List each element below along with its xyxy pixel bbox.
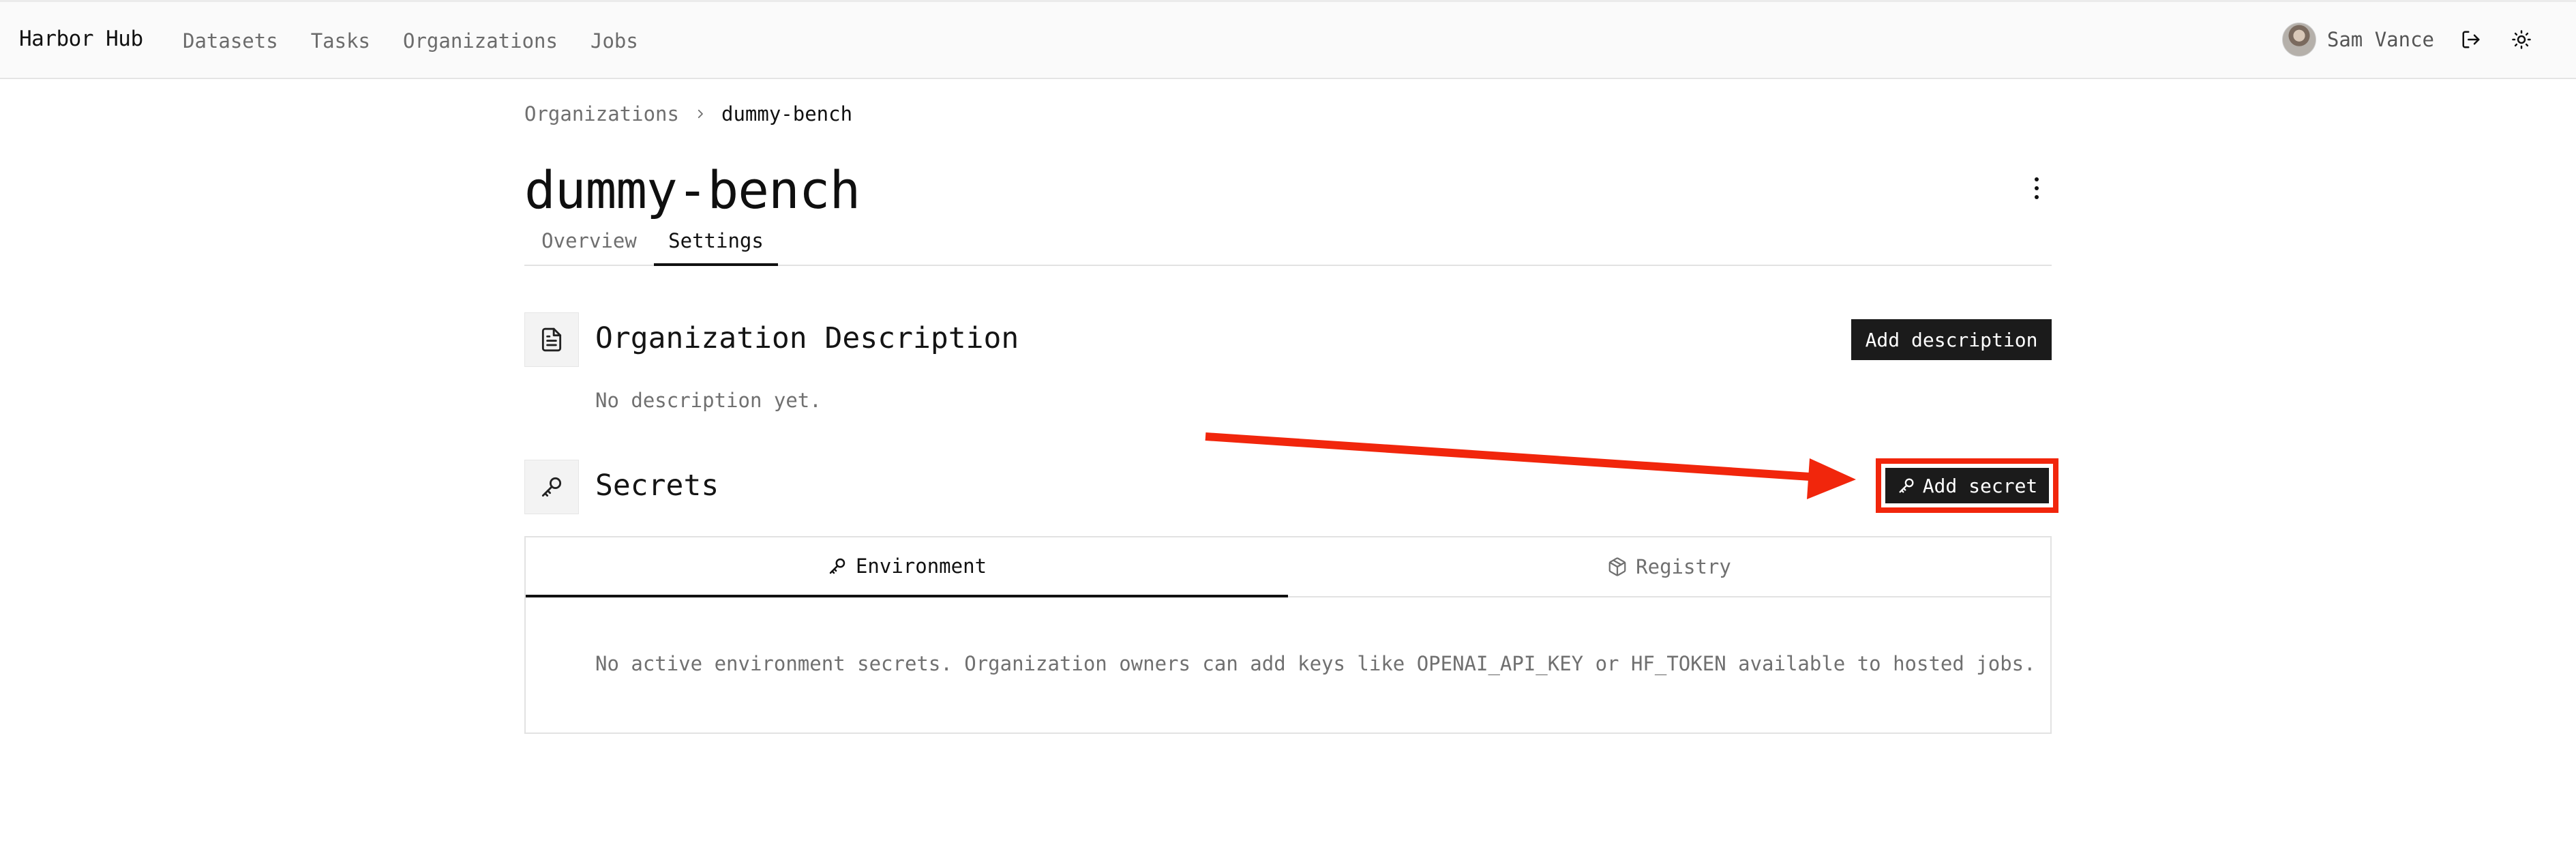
- add-secret-button[interactable]: Add secret: [1885, 468, 2049, 503]
- secrets-panel: Environment Registry No active environme…: [524, 536, 2052, 734]
- tab-settings[interactable]: Settings: [654, 224, 778, 266]
- top-navigation-bar: Harbor Hub Datasets Tasks Organizations …: [0, 0, 2576, 79]
- breadcrumb-current: dummy-bench: [721, 102, 853, 125]
- secrets-empty-text: No active environment secrets. Organizat…: [595, 652, 2036, 675]
- user-name[interactable]: Sam Vance: [2327, 28, 2434, 51]
- user-menu: Sam Vance: [2281, 23, 2535, 57]
- nav-tasks[interactable]: Tasks: [311, 29, 370, 53]
- avatar[interactable]: [2281, 23, 2316, 57]
- page-title: dummy-bench: [524, 160, 860, 220]
- tab-registry[interactable]: Registry: [1288, 537, 2050, 597]
- tab-environment-label: Environment: [855, 554, 987, 578]
- key-icon: [524, 460, 579, 514]
- breadcrumb-organizations[interactable]: Organizations: [524, 102, 679, 125]
- document-icon: [524, 312, 579, 367]
- tab-environment[interactable]: Environment: [526, 537, 1288, 597]
- brand-logo[interactable]: Harbor Hub: [19, 27, 143, 51]
- nav-datasets[interactable]: Datasets: [183, 29, 278, 53]
- page-tabs: Overview Settings: [524, 224, 2052, 266]
- add-secret-label: Add secret: [1922, 474, 2038, 497]
- tab-registry-label: Registry: [1636, 555, 1731, 578]
- secrets-section-title: Secrets: [595, 469, 719, 503]
- main-nav: Datasets Tasks Organizations Jobs: [183, 29, 671, 53]
- package-icon: [1607, 557, 1628, 577]
- breadcrumb: Organizations dummy-bench: [524, 102, 852, 125]
- tab-overview[interactable]: Overview: [524, 224, 654, 266]
- key-icon: [827, 556, 848, 576]
- description-empty-text: No description yet.: [595, 389, 822, 412]
- sun-icon[interactable]: [2508, 26, 2535, 53]
- key-icon: [1897, 476, 1916, 495]
- description-section-title: Organization Description: [595, 321, 1019, 355]
- nav-organizations[interactable]: Organizations: [403, 29, 558, 53]
- chevron-right-icon: [694, 108, 706, 120]
- nav-jobs[interactable]: Jobs: [590, 29, 638, 53]
- add-description-button[interactable]: Add description: [1851, 319, 2052, 360]
- more-options-icon[interactable]: [2028, 175, 2045, 202]
- logout-icon[interactable]: [2457, 26, 2485, 53]
